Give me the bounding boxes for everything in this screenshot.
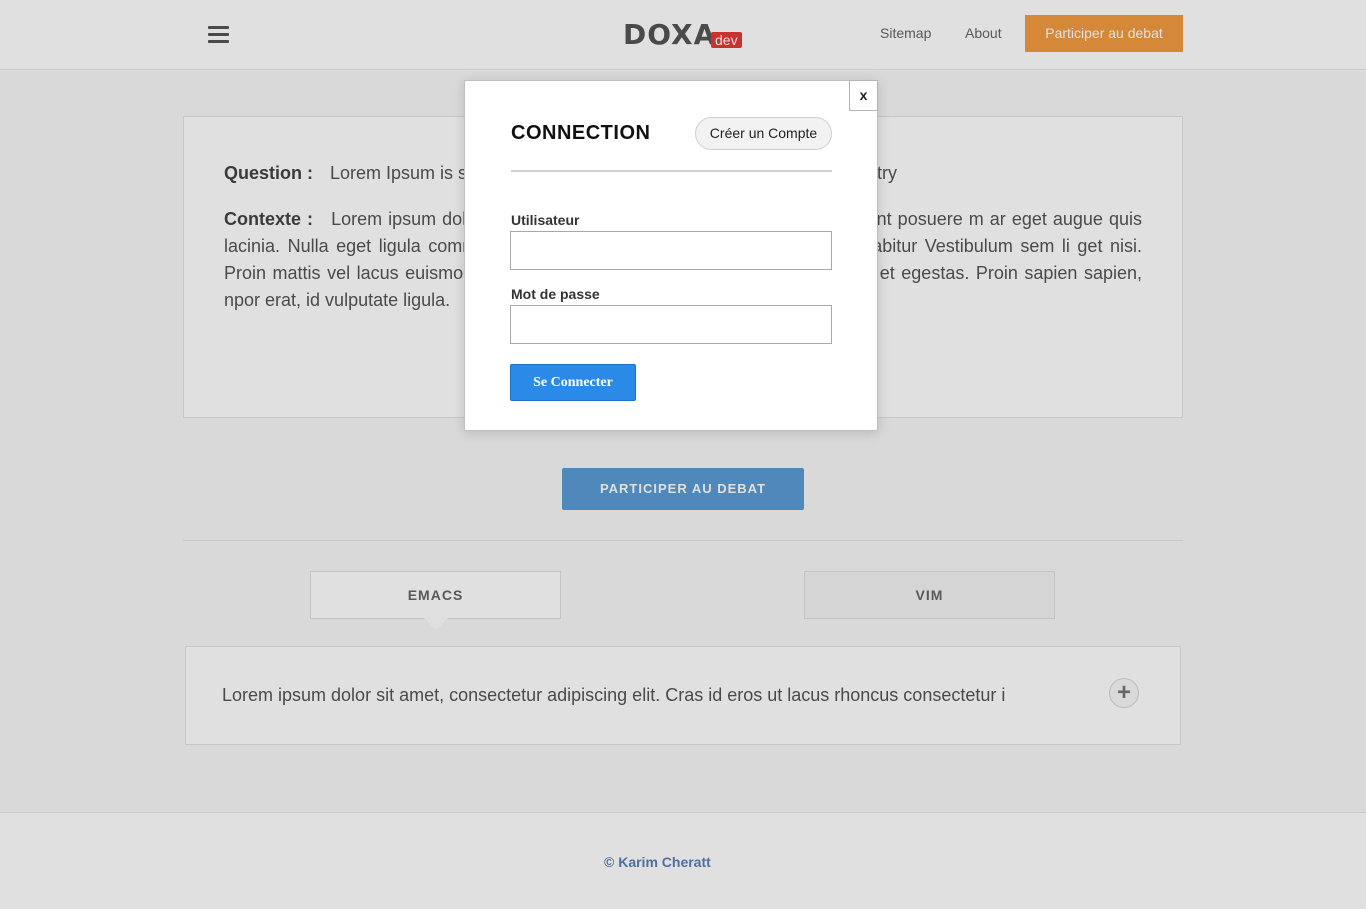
password-label: Mot de passe	[511, 286, 600, 302]
modal-title: CONNECTION	[511, 122, 651, 144]
username-input[interactable]	[510, 231, 832, 270]
login-modal: x CONNECTION Créer un Compte Utilisateur…	[464, 80, 878, 431]
login-button[interactable]: Se Connecter	[510, 364, 636, 401]
close-icon[interactable]: x	[849, 80, 878, 111]
modal-divider	[511, 170, 832, 172]
username-label: Utilisateur	[511, 212, 580, 228]
create-account-button[interactable]: Créer un Compte	[695, 117, 832, 150]
password-input[interactable]	[510, 305, 832, 344]
